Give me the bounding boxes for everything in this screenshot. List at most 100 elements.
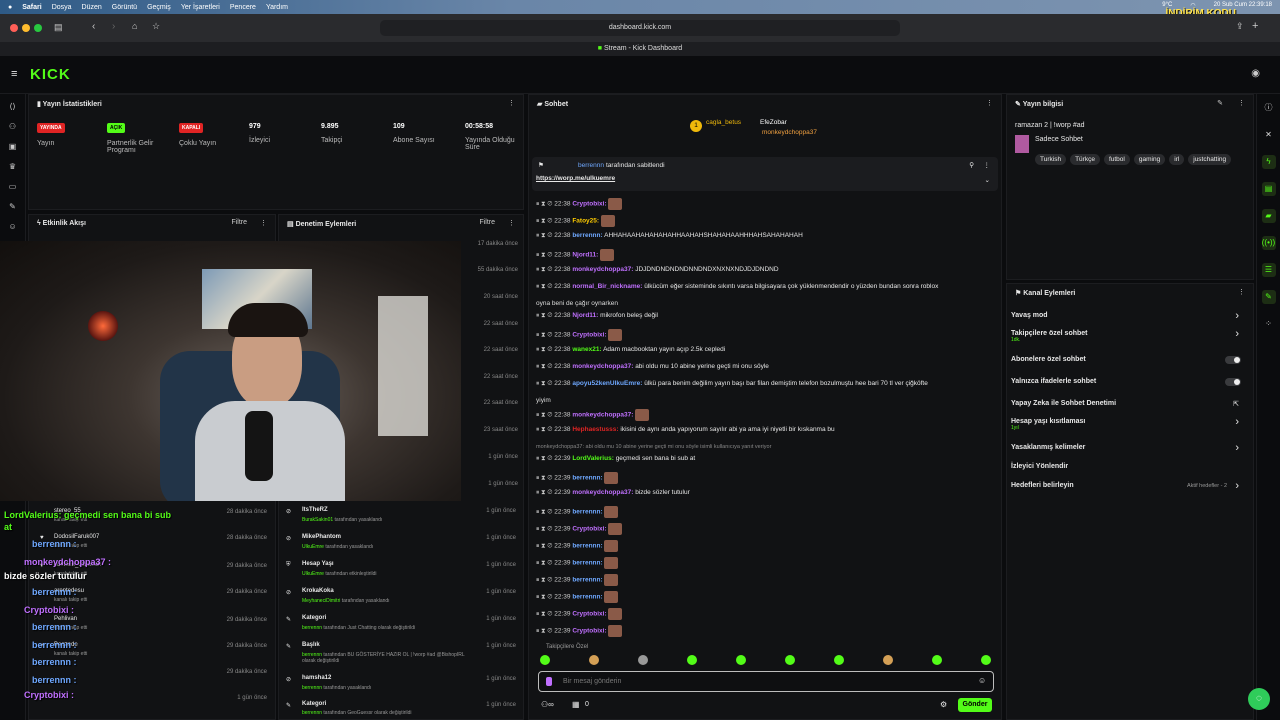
chat-message[interactable]: ⏸ ⧗ ⊘ 22:39 berrennn: xyxy=(536,574,619,586)
mod-tools-icon[interactable]: ⏸ ⧗ ⊘ xyxy=(536,346,554,353)
chat-message[interactable]: ⏸ ⧗ ⊘ 22:38 berrennn: AHHAHAAHAHAHAHAHHA… xyxy=(536,232,803,240)
chat-message[interactable]: ⏸ ⧗ ⊘ 22:39 Cryptobixi: xyxy=(536,523,623,535)
menu-item-yardim[interactable]: Yardım xyxy=(266,4,288,11)
chat-message[interactable]: ⏸ ⧗ ⊘ 22:38 Njord11: mikrofon beleş deği… xyxy=(536,312,658,320)
chat-username[interactable]: wanex21: xyxy=(572,346,601,353)
chat-message[interactable]: ⏸ ⧗ ⊘ 22:38 wanex21: Adam macbooktan yay… xyxy=(536,346,725,354)
mod-tools-icon[interactable]: ⏸ ⧗ ⊘ xyxy=(536,475,554,482)
list-icon[interactable]: ☰ xyxy=(1261,263,1276,277)
forward-icon[interactable]: › xyxy=(112,21,115,32)
chat-message[interactable]: ⏸ ⧗ ⊘ 22:38 apoyu52kenUlkuEmre: ülkü par… xyxy=(536,380,928,388)
menu-item-goruntu[interactable]: Görüntü xyxy=(112,4,137,11)
help-chat-button[interactable]: ◌ xyxy=(1248,688,1270,710)
mod-row[interactable]: ⊘ KrokaKoka MeyhaneciDimitri tarafından ya… xyxy=(280,585,522,609)
chevron-down-icon[interactable]: ⌄ xyxy=(985,176,990,184)
chat-username[interactable]: berrennn: xyxy=(572,475,602,482)
chat-username[interactable]: Njord11: xyxy=(572,252,598,259)
mod-tools-icon[interactable]: ⏸ ⧗ ⊘ xyxy=(536,266,554,273)
chat-message[interactable]: ⏸ ⧗ ⊘ 22:39 Cryptobixi: xyxy=(536,608,623,620)
back-icon[interactable]: ‹ xyxy=(92,21,95,32)
mod-tools-icon[interactable]: ⏸ ⧗ ⊘ xyxy=(536,594,554,601)
menu-item-dosya[interactable]: Dosya xyxy=(52,4,72,11)
channel-action-row[interactable]: Takipçilere özel sohbet 1dk. › xyxy=(1011,328,1241,346)
mod-tools-icon[interactable]: ⏸ ⧗ ⊘ xyxy=(536,252,554,259)
chat-username[interactable]: Njord11: xyxy=(572,312,598,319)
chat-username[interactable]: berrennn: xyxy=(572,509,602,516)
toggle-switch[interactable] xyxy=(1225,356,1241,364)
chat-username[interactable]: berrennn: xyxy=(572,232,602,239)
chat-message[interactable]: ⏸ ⧗ ⊘ 22:38 Cryptobixi: xyxy=(536,329,623,341)
top-gifter-name[interactable]: monkeydchoppa37 xyxy=(762,129,817,136)
external-link-icon[interactable]: ⇱ xyxy=(1233,400,1239,408)
chat-username[interactable]: berrennn: xyxy=(572,594,602,601)
emote-icon[interactable] xyxy=(834,655,844,665)
chevron-right-icon[interactable]: › xyxy=(1235,310,1239,322)
chat-message[interactable]: ⏸ ⧗ ⊘ 22:38 Fatoy25: xyxy=(536,215,615,227)
chat-message[interactable]: ⏸ ⧗ ⊘ 22:39 monkeydchoppa37: bizde sözle… xyxy=(536,489,690,497)
mod-row-actor[interactable]: BurakSakin01 xyxy=(302,517,333,523)
chat-message[interactable]: ⏸ ⧗ ⊘ 22:39 Cryptobixi: xyxy=(536,625,623,637)
mod-row[interactable]: ✎ Başlık berrennn tarafından BU GÖSTERİYE … xyxy=(280,639,522,669)
wrench-icon[interactable]: ✎ xyxy=(9,202,17,211)
channel-action-row[interactable]: Hedefleri belirleyin Aktif hedefler - 2 › xyxy=(1011,480,1241,498)
mod-tools-icon[interactable]: ⏸ ⧗ ⊘ xyxy=(536,332,554,339)
link-icon[interactable]: ⚇ xyxy=(9,122,17,131)
chat-username[interactable]: Cryptobixi: xyxy=(572,332,606,339)
chat-message[interactable]: ⏸ ⧗ ⊘ 22:38 monkeydchoppa37: xyxy=(536,409,650,421)
mod-tools-icon[interactable]: ⏸ ⧗ ⊘ xyxy=(536,312,554,319)
chat-badge-icon[interactable] xyxy=(546,677,552,686)
pinned-author[interactable]: berrennn xyxy=(578,162,604,169)
chat-username[interactable]: normal_Bir_nickname: xyxy=(572,283,642,290)
mod-row-actor[interactable]: berrennn xyxy=(302,625,322,631)
mod-row[interactable]: ⊘ ItsTheRZ BurakSakin01 tarafından yasakla… xyxy=(280,504,522,528)
chat-username[interactable]: Cryptobixi: xyxy=(572,201,606,208)
mod-tools-icon[interactable]: ⏸ ⧗ ⊘ xyxy=(536,509,554,516)
pinned-link[interactable]: https://worp.me/ulkuemre xyxy=(536,175,615,182)
chat-username[interactable]: Cryptobixi: xyxy=(572,611,606,618)
mod-tools-icon[interactable]: ⏸ ⧗ ⊘ xyxy=(536,577,554,584)
emote-icon[interactable] xyxy=(687,655,697,665)
mod-tools-icon[interactable]: ⏸ ⧗ ⊘ xyxy=(536,380,554,387)
chat-message[interactable]: oyna beni de çağır oynarken xyxy=(536,300,618,307)
chat-username[interactable]: Fatoy25: xyxy=(572,218,599,225)
unpin-icon[interactable]: ⚲ xyxy=(969,161,974,169)
chat-more-icon[interactable]: ⋮ xyxy=(986,99,993,107)
menu-item-gecmis[interactable]: Geçmiş xyxy=(147,4,171,11)
mod-filter-button[interactable]: Filtre xyxy=(479,219,495,226)
info-icon[interactable]: ⓘ xyxy=(1262,101,1276,115)
menu-item-pencere[interactable]: Pencere xyxy=(230,4,256,11)
tag[interactable]: gaming xyxy=(1133,154,1166,165)
chat-input[interactable]: Bir mesaj gönderin xyxy=(538,671,994,692)
hamburger-menu-icon[interactable]: ≡ xyxy=(11,68,17,80)
mod-tools-icon[interactable]: ⏸ ⧗ ⊘ xyxy=(536,526,554,533)
chat-username[interactable]: monkeydchoppa37: xyxy=(572,489,633,496)
maximize-window-button[interactable] xyxy=(34,24,42,32)
tag[interactable]: irl xyxy=(1169,154,1185,165)
mod-row[interactable]: ✎ Kategori berrennn tarafından GeoGuessr o… xyxy=(280,698,522,718)
chat-message[interactable]: ⏸ ⧗ ⊘ 22:39 berrennn: xyxy=(536,557,619,569)
monitor-icon[interactable]: ▭ xyxy=(9,182,17,191)
chat-username[interactable]: monkeydchoppa37: xyxy=(572,412,633,419)
mod-tools-icon[interactable]: ⏸ ⧗ ⊘ xyxy=(536,201,554,208)
chat-users-icon[interactable]: ⚇∞ xyxy=(541,700,554,709)
channel-action-row[interactable]: Yasaklanmış kelimeler › xyxy=(1011,442,1241,460)
emote-icon[interactable] xyxy=(736,655,746,665)
mod-tools-icon[interactable]: ⏸ ⧗ ⊘ xyxy=(536,218,554,225)
chat-message[interactable]: ⏸ ⧗ ⊘ 22:38 Njord11: xyxy=(536,249,615,261)
chat-message[interactable]: ⏸ ⧗ ⊘ 22:38 Hephaestusss: ikisini de ayn… xyxy=(536,426,835,434)
mod-tools-icon[interactable]: ⏸ ⧗ ⊘ xyxy=(536,363,554,370)
channel-action-row[interactable]: Abonelere özel sohbet xyxy=(1011,356,1241,372)
mod-row[interactable]: ⊘ hamsha12 berrennn tarafından yasaklandı 1… xyxy=(280,672,522,696)
mod-tools-icon[interactable]: ⏸ ⧗ ⊘ xyxy=(536,283,554,290)
mod-tools-icon[interactable]: ⏸ ⧗ ⊘ xyxy=(536,232,554,239)
doc-icon[interactable]: ▤ xyxy=(1261,182,1276,196)
browser-tab[interactable]: ■ Stream - Kick Dashboard xyxy=(0,42,1280,56)
chevron-right-icon[interactable]: › xyxy=(1235,416,1239,428)
chat-message[interactable]: ⏸ ⧗ ⊘ 22:39 berrennn: xyxy=(536,591,619,603)
home-icon[interactable]: ⌂ xyxy=(132,21,137,31)
profile-icon[interactable]: ◉ xyxy=(1251,68,1260,79)
mod-tools-icon[interactable]: ⏸ ⧗ ⊘ xyxy=(536,426,554,433)
chat-message[interactable]: ⏸ ⧗ ⊘ 22:39 berrennn: xyxy=(536,506,619,518)
menu-app[interactable]: Safari xyxy=(22,4,41,11)
stats-more-icon[interactable]: ⋮ xyxy=(508,99,515,107)
